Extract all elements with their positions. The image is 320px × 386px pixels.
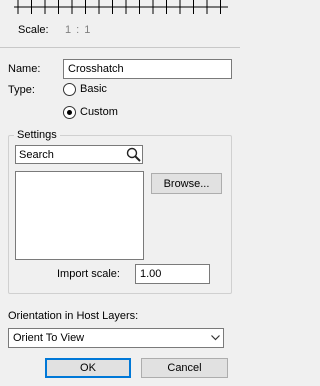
type-custom-label: Custom [80,106,118,118]
orientation-selected: Orient To View [13,332,85,344]
type-custom-radio[interactable]: Custom [63,106,118,119]
radio-circle-selected[interactable] [63,106,76,119]
pattern-preview [14,0,228,14]
pattern-file-list[interactable] [15,171,144,260]
orientation-label: Orientation in Host Layers: [8,310,139,322]
name-label: Name: [8,63,41,75]
chevron-down-icon[interactable] [207,335,223,341]
settings-group-title: Settings [14,129,60,142]
divider [0,47,240,48]
ok-button[interactable]: OK [45,358,131,378]
scale-label: Scale: [18,24,49,36]
browse-button[interactable]: Browse... [151,173,222,194]
search-icon[interactable] [124,146,142,163]
name-field[interactable]: Crosshatch [63,59,232,79]
search-placeholder: Search [19,148,54,161]
search-input[interactable]: Search [15,145,143,164]
import-scale-label: Import scale: [57,268,120,280]
orientation-dropdown[interactable]: Orient To View [8,328,224,348]
type-basic-label: Basic [80,83,107,95]
scale-value: 1 : 1 [65,24,92,36]
type-label: Type: [8,84,35,96]
cancel-button[interactable]: Cancel [141,358,228,378]
type-basic-radio[interactable]: Basic [63,83,107,96]
import-scale-field[interactable]: 1.00 [135,264,210,284]
radio-circle[interactable] [63,83,76,96]
